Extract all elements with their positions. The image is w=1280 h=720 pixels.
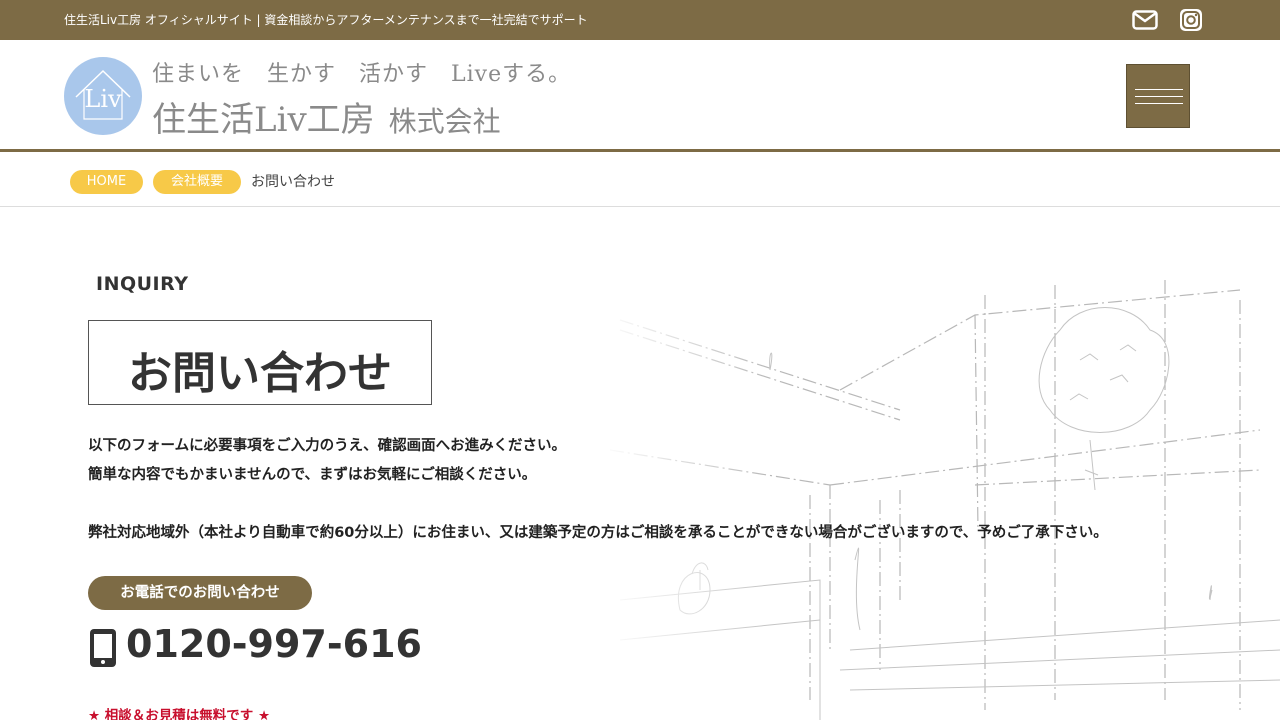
breadcrumb-current: お問い合わせ (251, 174, 335, 190)
hamburger-menu-button[interactable] (1126, 64, 1190, 128)
mail-icon[interactable] (1132, 8, 1158, 32)
intro-line-2: 簡単な内容でもかまいませんので、まずはお気軽にご相談ください。 (88, 467, 537, 483)
phone-number-link[interactable]: 0120-997-616 (126, 622, 422, 666)
logo-text: Liv (84, 85, 122, 113)
top-bar: 住生活Liv工房 オフィシャルサイト | 資金相談からアフターメンテナンスまで一… (0, 0, 1280, 40)
hamburger-line (1135, 103, 1183, 104)
breadcrumb-company[interactable]: 会社概要 (153, 170, 241, 194)
site-header: Liv 住まいを 生かす 活かす Liveする。 住生活Liv工房 株式会社 (0, 40, 1280, 152)
breadcrumb: HOME 会社概要 お問い合わせ (0, 155, 1280, 207)
intro-line-1: 以下のフォームに必要事項をご入力のうえ、確認画面へお進みください。 (88, 438, 567, 454)
free-consultation-note: ★ 相談＆お見積は無料です ★ (88, 708, 271, 720)
logo[interactable]: Liv (64, 57, 142, 135)
smartphone-icon (90, 629, 116, 667)
page-title-box: お問い合わせ (88, 320, 432, 405)
section-eyebrow: INQUIRY (96, 273, 189, 295)
instagram-icon[interactable] (1178, 8, 1204, 32)
phone-inquiry-label: お電話でのお問い合わせ (88, 576, 312, 610)
company-name-suffix: 株式会社 (388, 105, 501, 138)
breadcrumb-home[interactable]: HOME (70, 170, 143, 194)
hamburger-line (1135, 96, 1183, 97)
page-title: お問い合わせ (128, 348, 392, 399)
company-name-main: 住生活Liv工房 (152, 100, 375, 140)
company-name: 住生活Liv工房 株式会社 (152, 92, 501, 141)
architecture-sketch-illustration (600, 270, 1280, 720)
hamburger-menu-icon (1135, 89, 1183, 90)
site-description: 住生活Liv工房 オフィシャルサイト | 資金相談からアフターメンテナンスまで一… (64, 13, 588, 27)
tagline: 住まいを 生かす 活かす Liveする。 (152, 62, 572, 87)
service-area-notice: 弊社対応地域外（本社より自動車で約60分以上）にお住まい、又は建築予定の方はご相… (88, 525, 1108, 541)
